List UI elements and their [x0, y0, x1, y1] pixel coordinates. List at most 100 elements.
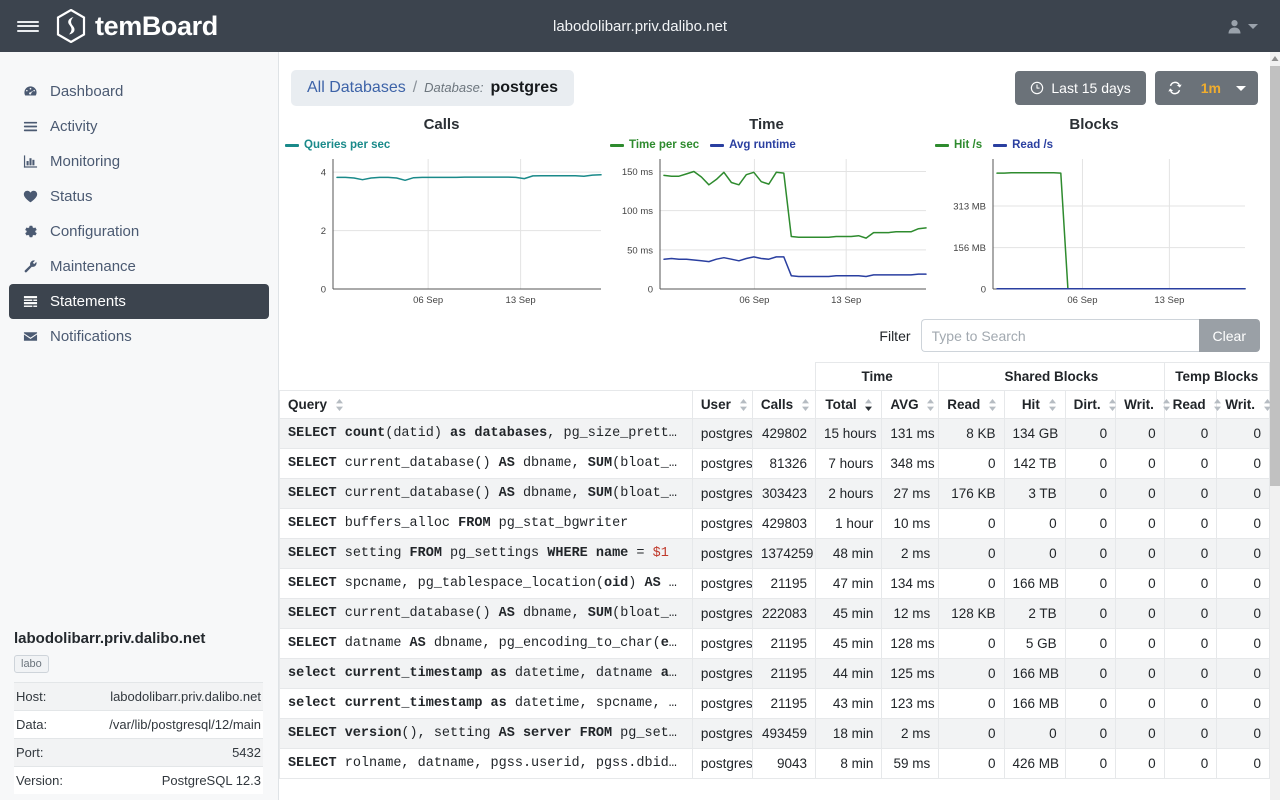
cell-temp-read: 0: [1163, 688, 1218, 719]
column-header-shared-read[interactable]: Read: [938, 390, 1005, 419]
cell-shared-dirtied: 0: [1064, 478, 1117, 509]
page-scrollbar[interactable]: [1270, 52, 1280, 800]
sidebar-item-activity[interactable]: Activity: [9, 109, 269, 144]
column-header-shared-hit[interactable]: Hit: [1003, 390, 1066, 419]
cell-query[interactable]: SELECT rolname, datname, pgss.userid, pg…: [279, 748, 693, 779]
hamburger-icon[interactable]: [0, 0, 56, 52]
column-header-shared-written[interactable]: Writ.: [1115, 390, 1170, 419]
legend-label: Read /s: [1012, 139, 1054, 151]
cell-query[interactable]: SELECT buffers_alloc FROM pg_stat_bgwrit…: [279, 508, 693, 539]
column-header-user[interactable]: User: [691, 390, 753, 419]
cell-query[interactable]: SELECT spcname, pg_tablespace_location(o…: [279, 568, 693, 599]
scroll-up-arrow[interactable]: [1270, 52, 1280, 66]
column-header-temp-written[interactable]: Writ.: [1216, 390, 1270, 419]
cell-query[interactable]: select current_timestamp as datetime, sp…: [279, 688, 693, 719]
table-row[interactable]: SELECT datname AS dbname, pg_encoding_to…: [279, 628, 1270, 659]
column-header-avg[interactable]: AVG: [881, 390, 940, 419]
group-header-shared-blocks: Shared Blocks: [938, 362, 1165, 391]
sort-icon[interactable]: [1048, 399, 1057, 412]
sidebar-item-dashboard[interactable]: Dashboard: [9, 74, 269, 109]
table-row[interactable]: SELECT current_database() AS dbname, SUM…: [279, 598, 1270, 629]
table-row[interactable]: SELECT setting FROM pg_settings WHERE na…: [279, 538, 1270, 569]
svg-text:0: 0: [981, 285, 986, 296]
wrench-icon: [21, 259, 39, 274]
svg-text:313 MB: 313 MB: [953, 201, 986, 212]
refresh-button[interactable]: [1155, 72, 1195, 104]
cell-temp-written: 0: [1216, 568, 1270, 599]
sort-icon[interactable]: [1108, 399, 1117, 412]
sidebar-item-status[interactable]: Status: [9, 179, 269, 214]
clear-button[interactable]: Clear: [1198, 319, 1260, 352]
column-header-calls[interactable]: Calls: [751, 390, 817, 419]
cell-user: postgres: [691, 568, 753, 599]
cell-query[interactable]: select current_timestamp as datetime, da…: [279, 658, 693, 689]
refresh-dropdown-toggle[interactable]: [1234, 77, 1258, 100]
legend-item[interactable]: Queries per sec: [285, 139, 390, 151]
legend-item[interactable]: Read /s: [993, 139, 1053, 151]
sidebar-item-monitoring[interactable]: Monitoring: [9, 144, 269, 179]
cell-shared-hit: 166 MB: [1003, 658, 1066, 689]
cell-query[interactable]: SELECT current_database() AS dbname, SUM…: [279, 448, 693, 479]
svg-text:13 Sep: 13 Sep: [506, 295, 536, 306]
cell-calls: 1374259: [751, 538, 817, 569]
cell-time-avg: 27 ms: [881, 478, 940, 509]
scrollbar-thumb[interactable]: [1270, 66, 1280, 486]
cell-calls: 21195: [751, 688, 817, 719]
chart-title: Blocks: [1069, 116, 1119, 133]
refresh-interval-control[interactable]: 1m: [1154, 71, 1258, 105]
user-menu[interactable]: [1227, 19, 1280, 34]
refresh-interval-value[interactable]: 1m: [1195, 71, 1234, 105]
search-input[interactable]: [920, 319, 1199, 352]
cell-time-avg: 128 ms: [881, 628, 940, 659]
legend-item[interactable]: Hit /s: [935, 139, 982, 151]
table-row[interactable]: SELECT version(), setting AS server FROM…: [279, 718, 1270, 749]
table-row[interactable]: select current_timestamp as datetime, da…: [279, 658, 1270, 689]
breadcrumb-all-databases-link[interactable]: All Databases: [307, 79, 406, 97]
table-row[interactable]: SELECT current_database() AS dbname, SUM…: [279, 478, 1270, 509]
cell-query[interactable]: SELECT version(), setting AS server FROM…: [279, 718, 693, 749]
cell-shared-written: 0: [1115, 718, 1165, 749]
cell-query[interactable]: SELECT setting FROM pg_settings WHERE na…: [279, 538, 693, 569]
brand[interactable]: temBoard: [56, 9, 218, 43]
table-row[interactable]: SELECT spcname, pg_tablespace_location(o…: [279, 568, 1270, 599]
cell-temp-read: 0: [1163, 568, 1218, 599]
table-body: SELECT count(datid) as databases, pg_siz…: [279, 418, 1270, 779]
column-header-temp-read[interactable]: Read: [1163, 390, 1222, 419]
sidebar-item-statements[interactable]: Statements: [9, 284, 269, 319]
cell-query[interactable]: SELECT count(datid) as databases, pg_siz…: [279, 418, 693, 449]
sidebar-item-configuration[interactable]: Configuration: [9, 214, 269, 249]
cell-calls: 21195: [751, 568, 817, 599]
legend-item[interactable]: Avg runtime: [710, 139, 796, 151]
sort-icon[interactable]: [926, 399, 935, 412]
cell-temp-written: 0: [1216, 748, 1270, 779]
column-label: AVG: [890, 397, 919, 412]
column-header-query[interactable]: Query: [279, 390, 693, 419]
sort-icon[interactable]: [335, 399, 344, 412]
cell-shared-written: 0: [1115, 538, 1165, 569]
sort-icon[interactable]: [988, 399, 997, 412]
table-row[interactable]: SELECT buffers_alloc FROM pg_stat_bgwrit…: [279, 508, 1270, 539]
sort-icon[interactable]: [739, 399, 748, 412]
cell-time-avg: 348 ms: [881, 448, 940, 479]
time-range-button[interactable]: Last 15 days: [1015, 71, 1146, 105]
sort-icon[interactable]: [1162, 399, 1171, 412]
table-row[interactable]: SELECT current_database() AS dbname, SUM…: [279, 448, 1270, 479]
table-row[interactable]: SELECT rolname, datname, pgss.userid, pg…: [279, 748, 1270, 779]
svg-text:0: 0: [321, 285, 326, 296]
table-row[interactable]: SELECT count(datid) as databases, pg_siz…: [279, 418, 1270, 449]
cell-query[interactable]: SELECT current_database() AS dbname, SUM…: [279, 478, 693, 509]
sort-icon[interactable]: [1213, 399, 1222, 412]
cell-query[interactable]: SELECT datname AS dbname, pg_encoding_to…: [279, 628, 693, 659]
sort-icon-active[interactable]: [864, 399, 873, 412]
legend-label: Avg runtime: [729, 139, 796, 151]
legend-item[interactable]: Time per sec: [610, 139, 699, 151]
sort-icon[interactable]: [1263, 399, 1270, 412]
table-row[interactable]: select current_timestamp as datetime, sp…: [279, 688, 1270, 719]
sidebar-item-notifications[interactable]: Notifications: [9, 319, 269, 354]
column-header-shared-dirtied[interactable]: Dirt.: [1064, 390, 1117, 419]
sort-icon[interactable]: [801, 399, 810, 412]
column-header-total[interactable]: Total: [814, 390, 883, 419]
cell-temp-written: 0: [1216, 598, 1270, 629]
cell-query[interactable]: SELECT current_database() AS dbname, SUM…: [279, 598, 693, 629]
sidebar-item-maintenance[interactable]: Maintenance: [9, 249, 269, 284]
